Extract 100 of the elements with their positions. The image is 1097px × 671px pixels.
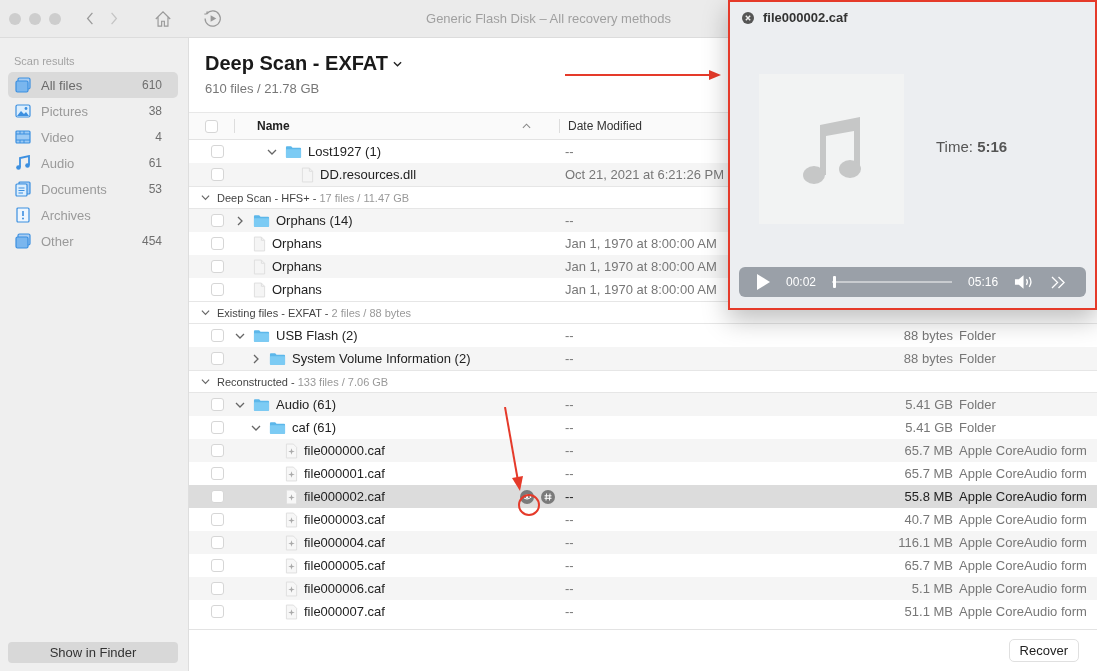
row-checkbox[interactable] — [211, 513, 224, 526]
row-checkbox[interactable] — [211, 467, 224, 480]
row-checkbox[interactable] — [211, 398, 224, 411]
file-name: file000001.caf — [304, 466, 385, 481]
file-row[interactable]: System Volume Information (2) -- 88 bytes Folder — [189, 347, 1097, 370]
sidebar-item[interactable]: Other 454 — [8, 228, 178, 254]
audio-file-icon — [285, 488, 298, 505]
file-name: file000000.caf — [304, 443, 385, 458]
folder-icon — [269, 351, 286, 366]
row-checkbox[interactable] — [211, 214, 224, 227]
kind-cell: Apple CoreAudio form — [959, 604, 1087, 619]
row-checkbox[interactable] — [211, 444, 224, 457]
forward-icon[interactable] — [110, 12, 118, 25]
file-name: USB Flash (2) — [276, 328, 358, 343]
file-row[interactable]: file000001.caf -- 65.7 MB Apple CoreAudio form — [189, 462, 1097, 485]
size-cell-text: 40.7 MB — [903, 512, 953, 527]
kind-cell: Apple CoreAudio form — [959, 581, 1087, 596]
item-count: 38 — [148, 104, 162, 118]
row-checkbox[interactable] — [211, 329, 224, 342]
file-row[interactable]: file000005.caf -- 65.7 MB Apple CoreAudio form — [189, 554, 1097, 577]
file-row[interactable]: file000002.caf -- 55.8 MB Apple CoreAudio form — [189, 485, 1097, 508]
fast-forward-icon[interactable] — [1051, 275, 1067, 289]
row-checkbox[interactable] — [211, 559, 224, 572]
folder-icon — [285, 144, 302, 159]
size-cell-text: 88 bytes — [902, 351, 953, 366]
total-time: 05:16 — [968, 275, 999, 289]
file-row[interactable]: file000003.caf -- 40.7 MB Apple CoreAudio form — [189, 508, 1097, 531]
scan-title[interactable]: Deep Scan - EXFAT — [205, 52, 388, 75]
show-in-finder-button[interactable]: Show in Finder — [8, 642, 178, 663]
file-row[interactable]: file000000.caf -- 65.7 MB Apple CoreAudio form — [189, 439, 1097, 462]
close-icon[interactable] — [742, 11, 754, 24]
file-row[interactable]: caf (61) -- 5.41 GB Folder — [189, 416, 1097, 439]
row-checkbox[interactable] — [211, 237, 224, 250]
row-checkbox[interactable] — [211, 605, 224, 618]
home-icon[interactable] — [154, 9, 172, 28]
close-window-button[interactable] — [9, 12, 21, 25]
chevron-right-icon[interactable] — [235, 215, 245, 226]
folder-icon — [253, 397, 270, 412]
chevron-down-icon[interactable] — [201, 377, 210, 386]
minimize-window-button[interactable] — [29, 12, 41, 25]
column-header[interactable]: Name — [235, 119, 543, 133]
row-checkbox[interactable] — [211, 352, 224, 365]
section-header[interactable]: Reconstructed - 133 files / 7.06 GB — [189, 370, 1097, 393]
row-checkbox[interactable] — [211, 421, 224, 434]
audio-file-icon — [285, 580, 298, 597]
sidebar-item[interactable]: All files 610 — [8, 72, 178, 98]
sidebar-item[interactable]: Audio 61 — [8, 150, 178, 176]
back-icon[interactable] — [86, 12, 94, 25]
file-row[interactable]: Orphans Jan 1, 1970 at 8:00:00 AM — [189, 232, 1097, 255]
size-cell-text: 65.7 MB — [903, 558, 953, 573]
sidebar-item[interactable]: Video 4 — [8, 124, 178, 150]
kind-cell: Apple CoreAudio form — [959, 466, 1087, 481]
select-all-checkbox[interactable] — [205, 119, 218, 133]
file-name: file000006.caf — [304, 581, 385, 596]
row-checkbox[interactable] — [211, 536, 224, 549]
file-row[interactable]: file000004.caf -- 116.1 MB Apple CoreAudio form — [189, 531, 1097, 554]
date-cell-text: -- — [564, 328, 575, 343]
play-circle-icon[interactable] — [203, 9, 222, 28]
duration-label: Time: 5:16 — [936, 137, 1008, 155]
row-checkbox[interactable] — [211, 260, 224, 273]
row-checkbox[interactable] — [211, 582, 224, 595]
kind-cell: Apple CoreAudio form — [959, 558, 1087, 573]
file-row[interactable]: Audio (61) -- 5.41 GB Folder — [189, 393, 1097, 416]
row-checkbox[interactable] — [211, 283, 224, 296]
sidebar-item[interactable]: Pictures 38 — [8, 98, 178, 124]
size-cell-text: 51.1 MB — [903, 604, 953, 619]
sidebar-item[interactable]: Documents 53 — [8, 176, 178, 202]
date-cell-text: -- — [564, 397, 575, 412]
file-name: Orphans — [272, 282, 322, 297]
size-cell-text: 88 bytes — [902, 328, 953, 343]
hash-icon[interactable] — [541, 489, 555, 504]
file-row[interactable]: file000006.caf -- 5.1 MB Apple CoreAudio form — [189, 577, 1097, 600]
file-name: Orphans — [272, 236, 322, 251]
archive-icon — [15, 207, 31, 223]
caret-icon[interactable] — [393, 60, 402, 67]
file-name: file000004.caf — [304, 535, 385, 550]
row-checkbox[interactable] — [211, 168, 224, 181]
date-cell-text: -- — [564, 604, 575, 619]
chevron-right-icon[interactable] — [251, 353, 261, 364]
file-name: file000005.caf — [304, 558, 385, 573]
row-checkbox[interactable] — [211, 490, 224, 503]
sidebar-label: Audio — [41, 155, 76, 171]
size-cell-text: 65.7 MB — [903, 466, 953, 481]
date-cell-text: Jan 1, 1970 at 8:00:00 AM — [564, 282, 718, 297]
eye-icon[interactable] — [520, 489, 534, 504]
column-header[interactable]: Date Modified — [568, 119, 643, 133]
zoom-window-button[interactable] — [49, 12, 61, 25]
date-cell-text: -- — [564, 443, 575, 458]
file-row[interactable]: file000007.caf -- 51.1 MB Apple CoreAudio form — [189, 600, 1097, 623]
folder-icon — [253, 328, 270, 343]
chevron-down-icon[interactable] — [201, 308, 210, 317]
folder-icon — [269, 420, 286, 435]
file-row[interactable]: USB Flash (2) -- 88 bytes Folder — [189, 324, 1097, 347]
chevron-down-icon[interactable] — [201, 193, 210, 202]
sidebar-label: Video — [41, 129, 75, 145]
row-checkbox[interactable] — [211, 145, 224, 158]
audio-file-icon — [285, 603, 298, 620]
play-icon[interactable] — [756, 274, 770, 290]
size-cell-text: 5.41 GB — [904, 420, 953, 435]
recover-button[interactable]: Recover — [1008, 639, 1079, 662]
